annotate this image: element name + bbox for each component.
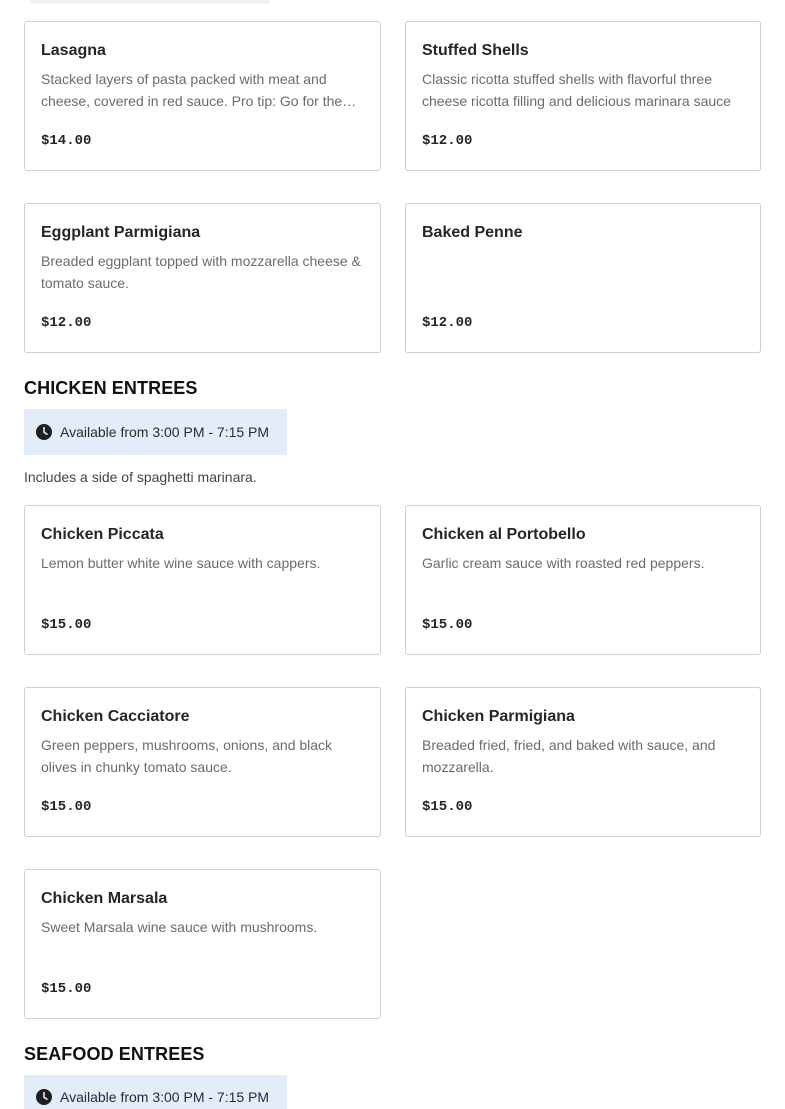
previous-section-edge: [30, 0, 270, 4]
menu-item-price: $15.00: [422, 799, 473, 815]
availability-text: Available from 3:00 PM - 7:15 PM: [60, 1089, 270, 1105]
menu-item-price: $15.00: [41, 799, 92, 815]
menu-item-name: Chicken Piccata: [41, 526, 164, 543]
section-title-chicken-entrees: CHICKEN ENTREES: [24, 378, 198, 398]
menu-item-price: $12.00: [41, 315, 92, 331]
menu-item-price: $15.00: [422, 617, 473, 633]
menu-item-description: [422, 250, 744, 294]
menu-item-card[interactable]: Chicken Piccata Lemon butter white wine …: [24, 505, 381, 655]
menu-item-price: $12.00: [422, 133, 473, 149]
clock-icon: [36, 424, 52, 440]
section-title-seafood-entrees: SEAFOOD ENTREES: [24, 1044, 205, 1064]
menu-item-card[interactable]: Stuffed Shells Classic ricotta stuffed s…: [405, 21, 761, 171]
availability-badge: Available from 3:00 PM - 7:15 PM: [24, 409, 287, 455]
menu-item-price: $14.00: [41, 133, 92, 149]
menu-item-description: Garlic cream sauce with roasted red pepp…: [422, 555, 705, 571]
availability-text: Available from 3:00 PM - 7:15 PM: [60, 424, 270, 440]
menu-item-name: Eggplant Parmigiana: [41, 224, 201, 241]
menu-item-description: Sweet Marsala wine sauce with mushrooms.: [41, 919, 318, 935]
menu-item-name: Chicken Parmigiana: [422, 708, 575, 725]
chicken-items-grid: Chicken Piccata Lemon butter white wine …: [24, 505, 761, 1019]
menu-item-card[interactable]: Baked Penne $12.00: [405, 203, 761, 353]
menu-item-description: Breaded eggplant topped with mozzarella …: [41, 253, 361, 291]
menu-item-card[interactable]: Chicken al Portobello Garlic cream sauce…: [405, 505, 761, 655]
menu-item-description: Stacked layers of pasta packed with meat…: [41, 71, 357, 109]
menu-item-name: Baked Penne: [422, 224, 523, 241]
menu-item-price: $15.00: [41, 617, 92, 633]
menu-item-card[interactable]: Chicken Marsala Sweet Marsala wine sauce…: [24, 869, 381, 1019]
availability-badge: Available from 3:00 PM - 7:15 PM: [24, 1075, 287, 1109]
menu-item-name: Chicken al Portobello: [422, 526, 586, 543]
menu-item-price: $12.00: [422, 315, 473, 331]
pasta-items-grid: Lasagna Stacked layers of pasta packed w…: [24, 21, 761, 353]
menu-item-card[interactable]: Chicken Parmigiana Breaded fried, fried,…: [405, 687, 761, 837]
menu-item-card[interactable]: Eggplant Parmigiana Breaded eggplant top…: [24, 203, 381, 353]
menu-item-price: $15.00: [41, 981, 92, 997]
clock-icon: [36, 1089, 52, 1105]
menu-item-name: Chicken Cacciatore: [41, 708, 190, 725]
menu-item-name: Lasagna: [41, 42, 106, 59]
menu-item-name: Stuffed Shells: [422, 42, 529, 59]
menu-item-card[interactable]: Lasagna Stacked layers of pasta packed w…: [24, 21, 381, 171]
menu-item-description: Breaded fried, fried, and baked with sau…: [422, 737, 716, 775]
menu-item-description: Lemon butter white wine sauce with cappe…: [41, 555, 321, 571]
menu-item-card[interactable]: Chicken Cacciatore Green peppers, mushro…: [24, 687, 381, 837]
menu-item-description: Classic ricotta stuffed shells with flav…: [422, 71, 731, 109]
menu-item-description: Green peppers, mushrooms, onions, and bl…: [41, 737, 333, 775]
menu-item-name: Chicken Marsala: [41, 890, 168, 907]
section-note: Includes a side of spaghetti marinara.: [24, 469, 257, 485]
